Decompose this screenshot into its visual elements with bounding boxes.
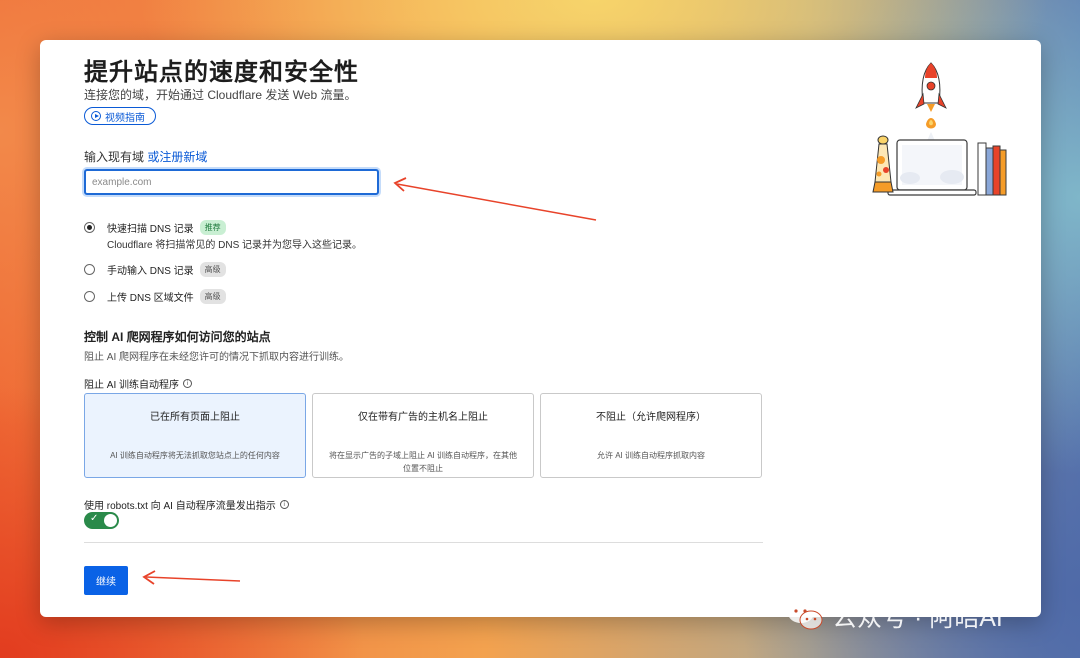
ai-option-description: AI 训练自动程序将无法抓取您站点上的任何内容 xyxy=(110,451,280,460)
ai-option-allow[interactable]: 不阻止（允许爬网程序） 允许 AI 训练自动程序抓取内容 xyxy=(540,393,762,478)
ai-option-description: 将在显示广告的子域上阻止 AI 训练自动程序，在其他位置不阻止 xyxy=(328,451,517,473)
domain-label: 输入现有域 或注册新域 xyxy=(84,150,208,164)
video-guide-button[interactable]: 视频指南 xyxy=(84,107,156,125)
ai-option-title: 已在所有页面上阻止 xyxy=(150,412,240,423)
watermark-text: 公众号 · 阿皓AI xyxy=(832,604,1003,632)
ai-option-title: 不阻止（允许爬网程序） xyxy=(596,412,706,423)
continue-button[interactable]: 继续 xyxy=(84,566,128,595)
radio-button[interactable] xyxy=(84,291,95,302)
play-icon xyxy=(91,111,101,121)
block-ai-label: 阻止 AI 训练自动程序 i xyxy=(84,376,193,391)
dns-option-description: Cloudflare 将扫描常见的 DNS 记录并为您导入这些记录。 xyxy=(107,240,363,251)
ai-crawler-subheading: 阻止 AI 爬网程序在未经您许可的情况下抓取内容进行训练。 xyxy=(84,352,350,363)
divider xyxy=(84,542,763,543)
page-title: 提升站点的速度和安全性 xyxy=(84,59,359,86)
ai-option-title: 仅在带有广告的主机名上阻止 xyxy=(358,412,488,423)
ai-option-block-all[interactable]: 已在所有页面上阻止 AI 训练自动程序将无法抓取您站点上的任何内容 xyxy=(84,393,306,478)
advanced-badge: 高级 xyxy=(199,289,226,304)
ai-option-block-ads[interactable]: 仅在带有广告的主机名上阻止 将在显示广告的子域上阻止 AI 训练自动程序，在其他… xyxy=(312,393,534,478)
robots-txt-label: 使用 robots.txt 向 AI 自动程序流量发出指示 i xyxy=(84,497,289,512)
page-subtitle: 连接您的域，开始通过 Cloudflare 发送 Web 流量。 xyxy=(84,88,357,102)
dns-option-quick-scan[interactable]: 快速扫描 DNS 记录 推荐 xyxy=(84,220,226,235)
dns-option-upload[interactable]: 上传 DNS 区域文件 高级 xyxy=(84,289,226,304)
dns-option-label: 快速扫描 DNS 记录 xyxy=(107,224,194,235)
domain-input[interactable] xyxy=(84,169,379,195)
toggle-knob xyxy=(104,514,117,527)
info-icon[interactable]: i xyxy=(279,500,289,509)
robots-txt-toggle[interactable]: ✓ xyxy=(84,512,119,529)
wechat-icon xyxy=(788,603,823,630)
register-domain-link[interactable]: 或注册新域 xyxy=(147,150,207,164)
dns-option-label: 上传 DNS 区域文件 xyxy=(107,293,194,304)
ai-option-description: 允许 AI 训练自动程序抓取内容 xyxy=(596,451,705,460)
video-guide-label: 视频指南 xyxy=(105,112,145,124)
recommended-badge: 推荐 xyxy=(199,220,226,235)
dns-option-label: 手动输入 DNS 记录 xyxy=(107,266,194,277)
radio-button[interactable] xyxy=(84,264,95,275)
watermark: 公众号 · 阿皓AI xyxy=(786,598,1003,634)
radio-button-checked[interactable] xyxy=(84,222,95,233)
advanced-badge: 高级 xyxy=(199,262,226,277)
rocket-laptop-illustration xyxy=(872,62,1007,196)
ai-crawler-heading: 控制 AI 爬网程序如何访问您的站点 xyxy=(84,330,271,344)
info-icon[interactable]: i xyxy=(183,379,193,388)
check-icon: ✓ xyxy=(90,513,99,524)
dns-option-manual[interactable]: 手动输入 DNS 记录 高级 xyxy=(84,262,226,277)
onboarding-card: 提升站点的速度和安全性 连接您的域，开始通过 Cloudflare 发送 Web… xyxy=(40,40,1041,617)
